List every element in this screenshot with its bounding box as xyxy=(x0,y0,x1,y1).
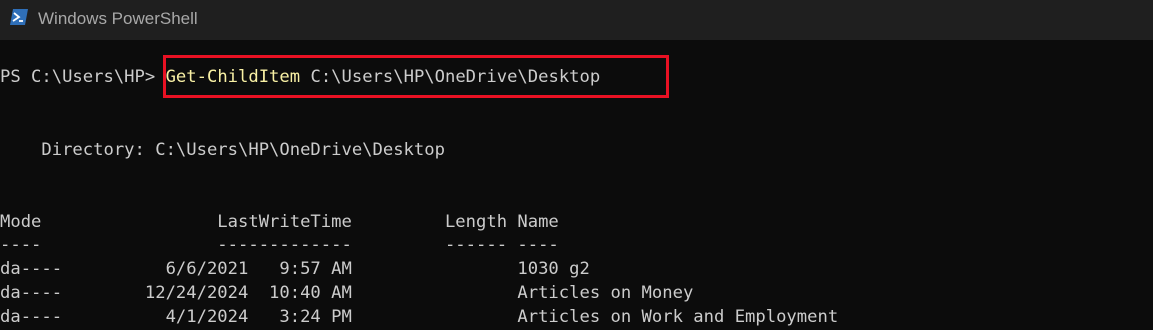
window-title: Windows PowerShell xyxy=(38,9,198,28)
command-highlight-box xyxy=(163,55,669,98)
console-output[interactable]: PS C:\Users\HP> Get-ChildItem C:\Users\H… xyxy=(0,40,1153,330)
table-header: Mode LastWriteTime Length Name xyxy=(0,212,559,232)
table-separator: ---- ------------- ------ ---- xyxy=(0,235,559,255)
table-row: da---- 6/6/2021 9:57 AM 1030 g2 xyxy=(0,259,590,279)
powershell-icon xyxy=(10,9,28,25)
prompt-text: PS C:\Users\HP> xyxy=(0,67,156,87)
table-row: da---- 12/24/2024 10:40 AM Articles on M… xyxy=(0,283,694,303)
table-row: da---- 4/1/2024 3:24 PM Articles on Work… xyxy=(0,307,839,327)
title-bar[interactable]: Windows PowerShell xyxy=(0,0,1153,40)
directory-line: Directory: C:\Users\HP\OneDrive\Desktop xyxy=(0,140,445,160)
